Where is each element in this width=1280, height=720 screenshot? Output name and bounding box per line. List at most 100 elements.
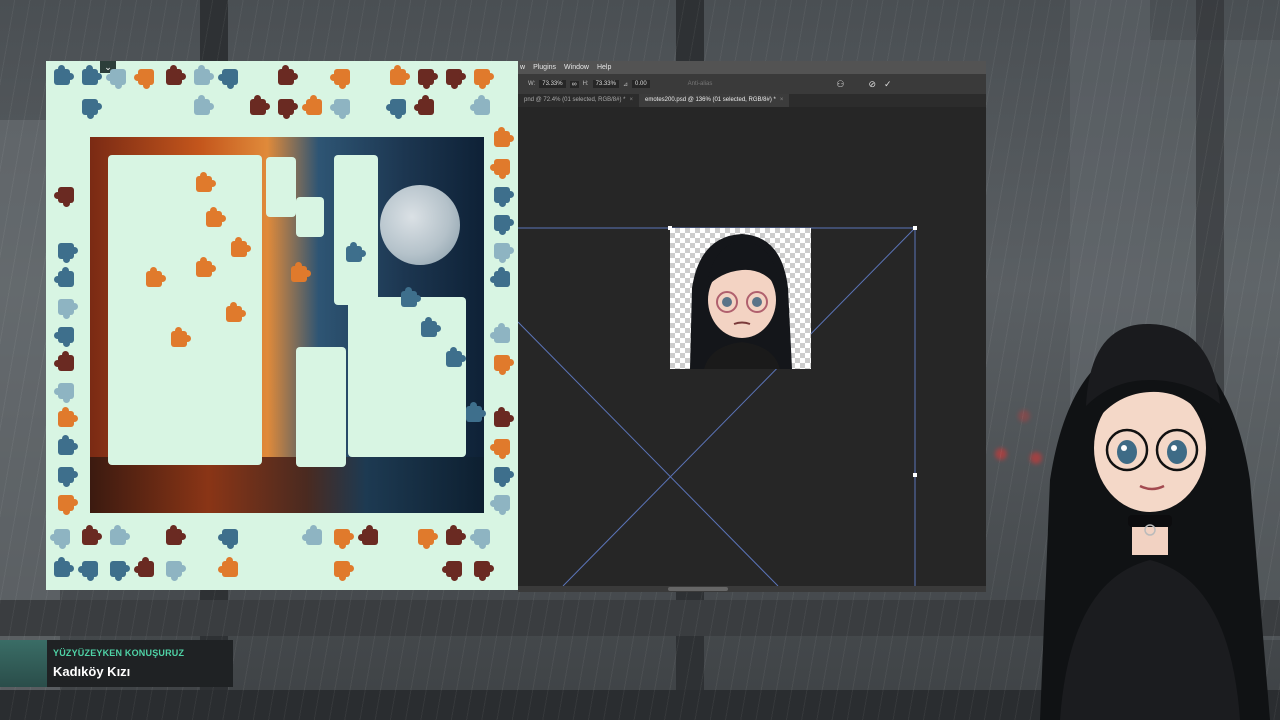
puzzle-piece[interactable]	[494, 271, 510, 287]
puzzle-piece[interactable]	[494, 407, 514, 427]
puzzle-piece[interactable]	[54, 65, 74, 85]
puzzle-piece[interactable]	[474, 561, 490, 577]
puzzle-piece[interactable]	[466, 402, 486, 422]
puzzle-piece[interactable]	[196, 172, 216, 192]
puzzle-piece[interactable]	[58, 187, 74, 203]
puzzle-piece[interactable]	[291, 262, 311, 282]
puzzle-piece[interactable]	[418, 69, 434, 85]
puzzle-piece[interactable]	[390, 99, 406, 115]
puzzle-piece[interactable]	[110, 525, 130, 545]
puzzle-piece[interactable]	[231, 237, 251, 257]
puzzle-piece[interactable]	[110, 561, 126, 577]
puzzle-piece[interactable]	[494, 327, 510, 343]
puzzle-piece[interactable]	[226, 302, 246, 322]
puzzle-piece[interactable]	[82, 65, 102, 85]
tab-emotes200[interactable]: emotes200.psd @ 136% (01 selected, RGB/8…	[639, 94, 790, 107]
puzzle-piece[interactable]	[206, 207, 226, 227]
puzzle-piece[interactable]	[494, 127, 514, 147]
warp-icon[interactable]: ⚇	[836, 79, 844, 90]
puzzle-piece[interactable]	[494, 159, 510, 175]
puzzle-piece[interactable]	[222, 69, 238, 85]
puzzle-piece[interactable]	[166, 525, 186, 545]
puzzle-piece[interactable]	[334, 99, 350, 115]
close-icon[interactable]: ×	[629, 97, 633, 103]
puzzle-piece[interactable]	[494, 495, 510, 511]
puzzle-piece[interactable]	[222, 529, 238, 545]
puzzle-piece[interactable]	[334, 529, 350, 545]
puzzle-piece[interactable]	[58, 299, 74, 315]
puzzle-piece[interactable]	[82, 99, 98, 115]
puzzle-piece[interactable]	[278, 65, 298, 85]
puzzle-piece[interactable]	[346, 242, 366, 262]
puzzle-piece[interactable]	[250, 95, 270, 115]
interpolation-label[interactable]: Anti-alias	[688, 81, 713, 87]
puzzle-piece[interactable]	[278, 99, 294, 115]
puzzle-piece[interactable]	[474, 529, 490, 545]
puzzle-piece[interactable]	[138, 69, 154, 85]
tab-document-1[interactable]: pnd @ 72.4% (01 selected, RGB/8#) * ×	[518, 94, 639, 107]
puzzle-piece[interactable]	[110, 69, 126, 85]
puzzle-piece[interactable]	[334, 69, 350, 85]
puzzle-piece[interactable]	[58, 435, 78, 455]
puzzle-piece[interactable]	[401, 287, 421, 307]
menu-window[interactable]: Window	[564, 64, 589, 71]
puzzle-piece[interactable]	[194, 95, 214, 115]
puzzle-piece[interactable]	[474, 99, 490, 115]
puzzle-piece[interactable]	[146, 267, 166, 287]
puzzle-piece[interactable]	[494, 355, 510, 371]
puzzle-piece[interactable]	[494, 215, 510, 231]
puzzle-piece[interactable]	[138, 561, 154, 577]
jigsaw-puzzle-panel[interactable]: ⌄	[46, 61, 518, 590]
puzzle-piece[interactable]	[58, 327, 74, 343]
puzzle-piece[interactable]	[54, 529, 70, 545]
puzzle-piece[interactable]	[222, 561, 238, 577]
menu-help[interactable]: Help	[597, 64, 611, 71]
puzzle-piece[interactable]	[82, 561, 98, 577]
close-icon[interactable]: ×	[780, 97, 784, 103]
canvas-area[interactable]	[518, 107, 986, 586]
puzzle-piece[interactable]	[494, 467, 510, 483]
menu-plugins[interactable]: Plugins	[533, 64, 556, 71]
puzzle-piece[interactable]	[421, 317, 441, 337]
puzzle-piece[interactable]	[196, 257, 216, 277]
link-icon[interactable]: ∞	[569, 80, 579, 88]
puzzle-piece[interactable]	[446, 561, 462, 577]
puzzle-piece[interactable]	[306, 529, 322, 545]
puzzle-piece[interactable]	[171, 327, 191, 347]
puzzle-piece[interactable]	[58, 495, 74, 511]
emote-layer-preview[interactable]	[670, 228, 811, 369]
puzzle-piece[interactable]	[82, 525, 102, 545]
puzzle-piece[interactable]	[446, 69, 462, 85]
puzzle-piece[interactable]	[494, 243, 510, 259]
puzzle-piece[interactable]	[166, 65, 186, 85]
puzzle-piece[interactable]	[166, 561, 182, 577]
photoshop-window[interactable]: w Plugins Window Help W: 73.33% ∞ H: 73.…	[518, 61, 986, 592]
puzzle-piece[interactable]	[58, 467, 74, 483]
cancel-icon[interactable]: ⊘	[868, 79, 876, 90]
puzzle-piece[interactable]	[418, 99, 434, 115]
puzzle-piece[interactable]	[362, 529, 378, 545]
puzzle-piece[interactable]	[58, 271, 74, 287]
width-field[interactable]: 73.33%	[539, 80, 566, 88]
height-field[interactable]: 73.33%	[592, 80, 619, 88]
puzzle-piece[interactable]	[418, 529, 434, 545]
puzzle-piece[interactable]	[54, 557, 74, 577]
puzzle-piece[interactable]	[58, 383, 74, 399]
puzzle-piece[interactable]	[446, 525, 466, 545]
puzzle-piece[interactable]	[58, 243, 74, 259]
puzzle-piece[interactable]	[474, 69, 490, 85]
scrollbar-thumb[interactable]	[668, 587, 728, 591]
puzzle-piece[interactable]	[494, 187, 510, 203]
horizontal-scrollbar[interactable]	[518, 586, 986, 592]
puzzle-piece[interactable]	[494, 439, 510, 455]
puzzle-piece[interactable]	[334, 561, 350, 577]
puzzle-piece[interactable]	[58, 355, 74, 371]
menu-item[interactable]: w	[520, 64, 525, 71]
puzzle-piece[interactable]	[390, 65, 410, 85]
puzzle-piece[interactable]	[306, 99, 322, 115]
checkmark-icon[interactable]: ✓	[884, 79, 892, 90]
puzzle-piece[interactable]	[194, 65, 214, 85]
angle-field[interactable]: 0.00	[631, 80, 650, 88]
puzzle-piece[interactable]	[446, 347, 466, 367]
puzzle-piece[interactable]	[58, 407, 78, 427]
